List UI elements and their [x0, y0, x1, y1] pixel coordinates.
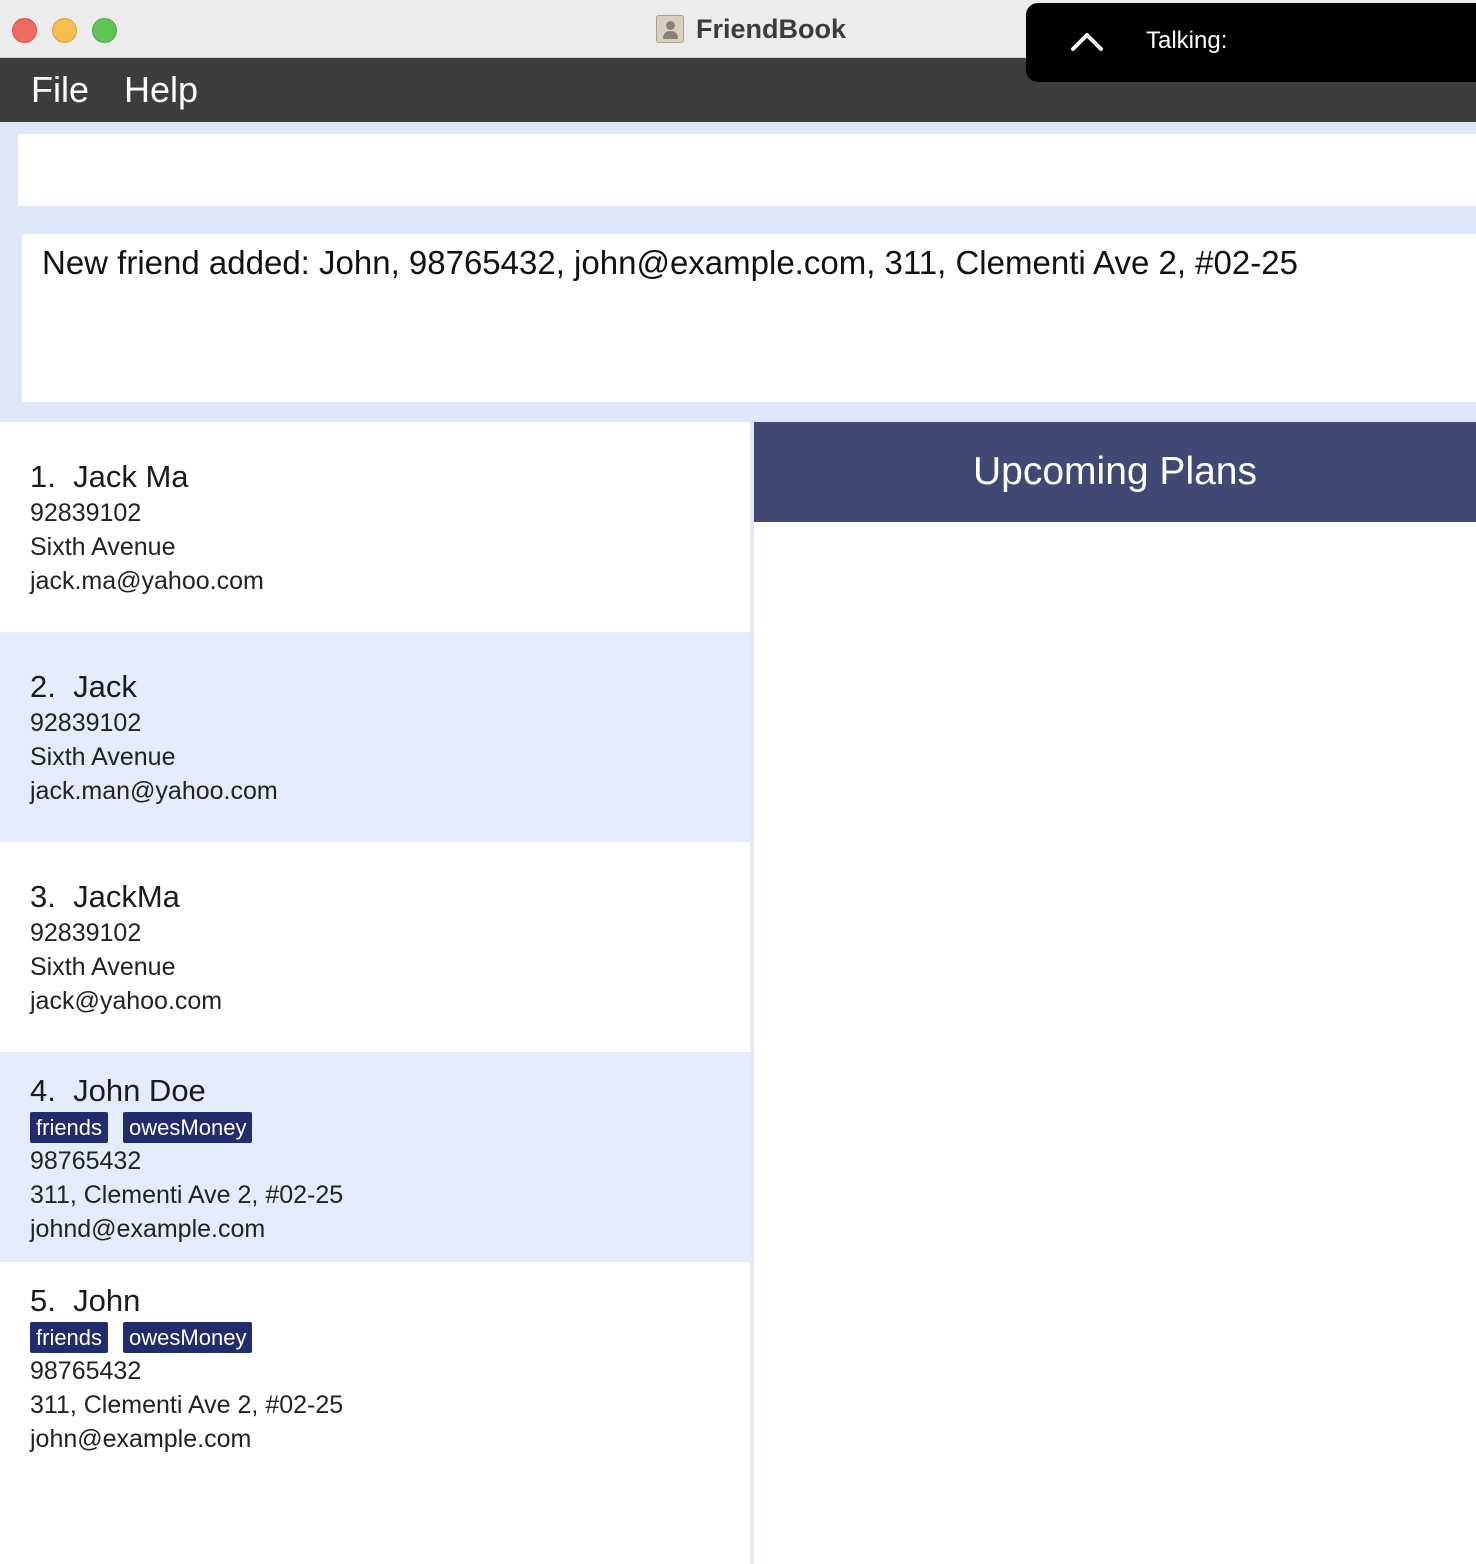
person-card-2[interactable]: 2. Jack 92839102 Sixth Avenue jack.man@y… [0, 632, 750, 842]
person-name: 5. John [30, 1283, 141, 1318]
window-title: FriendBook [696, 13, 847, 44]
upcoming-plans-panel: Upcoming Plans [754, 422, 1476, 1564]
person-address: Sixth Avenue [30, 743, 176, 771]
person-name: 4. John Doe [30, 1073, 206, 1108]
person-name: 1. Jack Ma [30, 459, 189, 494]
address-book-icon [656, 15, 684, 43]
person-email: jack@yahoo.com [30, 987, 223, 1015]
close-window-button[interactable] [12, 18, 37, 43]
person-phone: 92839102 [30, 919, 142, 947]
talking-label: Talking: [1146, 27, 1228, 54]
person-phone: 92839102 [30, 499, 142, 527]
menu-help[interactable]: Help [124, 69, 198, 111]
person-name: 3. JackMa [30, 879, 180, 914]
menu-file[interactable]: File [31, 69, 89, 111]
person-email: jack.man@yahoo.com [30, 777, 278, 805]
person-email: johnd@example.com [30, 1215, 266, 1243]
person-card-4[interactable]: 4. John Doe friends owesMoney 98765432 3… [0, 1052, 750, 1262]
person-list[interactable]: 1. Jack Ma 92839102 Sixth Avenue jack.ma… [0, 422, 750, 1564]
tag-list: friends owesMoney [30, 1322, 253, 1353]
person-card-1[interactable]: 1. Jack Ma 92839102 Sixth Avenue jack.ma… [0, 422, 750, 632]
person-address: Sixth Avenue [30, 533, 176, 561]
minimize-window-button[interactable] [52, 18, 77, 43]
person-phone: 98765432 [30, 1147, 142, 1175]
result-display: New friend added: John, 98765432, john@e… [22, 234, 1476, 402]
upcoming-plans-header: Upcoming Plans [754, 422, 1476, 522]
person-card-5[interactable]: 5. John friends owesMoney 98765432 311, … [0, 1262, 750, 1472]
command-input[interactable] [18, 134, 1476, 206]
person-name: 2. Jack [30, 669, 137, 704]
person-email: john@example.com [30, 1425, 252, 1453]
talking-overlay: Talking: [1026, 3, 1476, 82]
tag-list: friends owesMoney [30, 1112, 253, 1143]
tag-owes-money: owesMoney [123, 1322, 253, 1353]
person-card-3[interactable]: 3. JackMa 92839102 Sixth Avenue jack@yah… [0, 842, 750, 1052]
person-address: Sixth Avenue [30, 953, 176, 981]
tag-friends: friends [30, 1112, 109, 1143]
person-address: 311, Clementi Ave 2, #02-25 [30, 1181, 344, 1209]
tag-friends: friends [30, 1322, 109, 1353]
person-phone: 92839102 [30, 709, 142, 737]
zoom-window-button[interactable] [92, 18, 117, 43]
window-title-group: FriendBook [656, 12, 846, 46]
result-text: New friend added: John, 98765432, john@e… [42, 244, 1298, 281]
person-email: jack.ma@yahoo.com [30, 567, 264, 595]
person-address: 311, Clementi Ave 2, #02-25 [30, 1391, 344, 1419]
person-phone: 98765432 [30, 1357, 142, 1385]
tag-owes-money: owesMoney [123, 1112, 253, 1143]
chevron-up-icon[interactable] [1070, 23, 1104, 57]
upcoming-plans-title: Upcoming Plans [973, 450, 1257, 493]
